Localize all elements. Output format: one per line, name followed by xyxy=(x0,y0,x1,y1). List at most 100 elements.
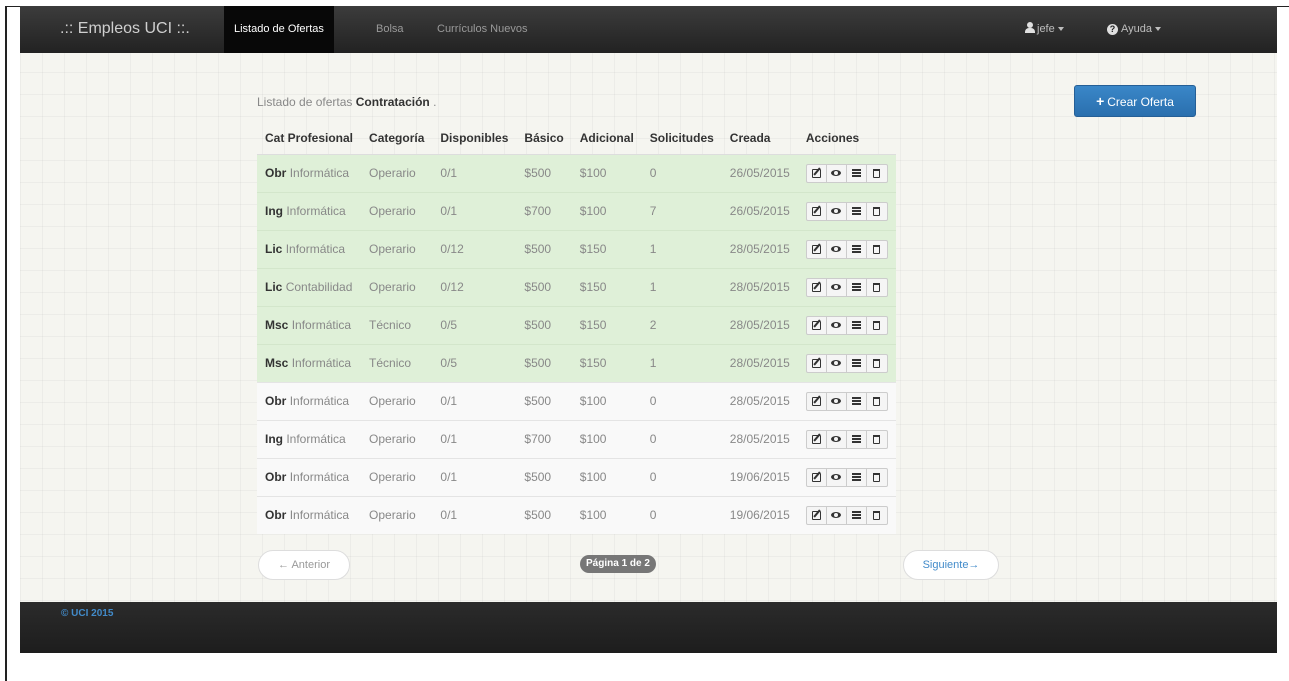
list-button[interactable] xyxy=(847,316,867,334)
actions-cell xyxy=(797,381,896,420)
view-button[interactable] xyxy=(827,354,847,372)
edit-icon xyxy=(811,168,821,178)
header-disponibles[interactable]: Disponibles xyxy=(432,122,517,155)
adicional-cell: $100 xyxy=(571,191,642,230)
delete-button[interactable] xyxy=(867,393,887,410)
delete-button[interactable] xyxy=(867,203,887,220)
eye-icon xyxy=(831,360,842,366)
tab-curriculos-nuevos[interactable]: Currículos Nuevos xyxy=(437,6,527,53)
header-solicitudes[interactable]: Solicitudes xyxy=(641,122,722,155)
adicional-cell: $100 xyxy=(571,153,642,192)
view-button[interactable] xyxy=(827,392,847,410)
edit-icon xyxy=(811,358,821,368)
edit-icon xyxy=(811,244,821,254)
solicitudes-cell: 1 xyxy=(641,267,722,306)
page-indicator-badge: Página 1 de 2 xyxy=(580,555,656,573)
list-button[interactable] xyxy=(847,164,867,182)
delete-button[interactable] xyxy=(867,469,887,486)
brand-logo[interactable]: .:: Empleos UCI ::. xyxy=(60,20,190,38)
view-button[interactable] xyxy=(827,506,847,524)
header-creada[interactable]: Creada xyxy=(721,122,798,155)
categoria-cell: Operario xyxy=(361,495,433,534)
view-button[interactable] xyxy=(827,316,847,334)
table-row: Obr Informática Operario 0/1 $500 $100 0 26/05… xyxy=(257,153,896,192)
list-button[interactable] xyxy=(847,392,867,410)
edit-button[interactable] xyxy=(807,164,827,182)
view-button[interactable] xyxy=(827,468,847,486)
table-row: Msc Informática Técnico 0/5 $500 $150 2 28/05/… xyxy=(257,305,896,344)
delete-button[interactable] xyxy=(867,317,887,334)
help-menu[interactable]: ? Ayuda xyxy=(1107,6,1161,53)
creada-cell: 28/05/2015 xyxy=(721,305,798,344)
view-button[interactable] xyxy=(827,202,847,220)
list-icon xyxy=(851,169,861,177)
disponibles-cell: 0/1 xyxy=(432,381,517,420)
adicional-cell: $100 xyxy=(571,495,642,534)
tab-bolsa[interactable]: Bolsa xyxy=(376,6,404,53)
edit-button[interactable] xyxy=(807,202,827,220)
cat-level: Msc xyxy=(265,356,289,370)
view-button[interactable] xyxy=(827,430,847,448)
edit-button[interactable] xyxy=(807,354,827,372)
list-icon xyxy=(851,283,861,291)
creada-cell: 28/05/2015 xyxy=(721,267,798,306)
table-row: Lic Contabilidad Operario 0/12 $500 $150 1 28/… xyxy=(257,267,896,306)
actions-cell xyxy=(797,305,896,344)
actions-cell xyxy=(797,419,896,458)
categoria-cell: Operario xyxy=(361,457,433,496)
row-actions-group xyxy=(805,429,888,449)
list-button[interactable] xyxy=(847,240,867,258)
screenshot-frame: .:: Empleos UCI ::. Listado de Ofertas B… xyxy=(0,0,1289,681)
list-button[interactable] xyxy=(847,278,867,296)
edit-button[interactable] xyxy=(807,468,827,486)
user-menu[interactable]: jefe xyxy=(1025,6,1064,53)
list-button[interactable] xyxy=(847,430,867,448)
list-icon xyxy=(851,245,861,253)
solicitudes-cell: 1 xyxy=(641,229,722,268)
delete-button[interactable] xyxy=(867,355,887,372)
next-page-button[interactable]: Siguiente→ xyxy=(903,550,999,580)
cat-level: Msc xyxy=(265,318,289,332)
header-categoria[interactable]: Categoría xyxy=(361,122,433,155)
header-acciones: Acciones xyxy=(797,122,896,155)
view-button[interactable] xyxy=(827,240,847,258)
edit-button[interactable] xyxy=(807,430,827,448)
edit-button[interactable] xyxy=(807,278,827,296)
list-button[interactable] xyxy=(847,202,867,220)
disponibles-cell: 0/1 xyxy=(432,153,517,192)
view-button[interactable] xyxy=(827,278,847,296)
app-window: .:: Empleos UCI ::. Listado de Ofertas B… xyxy=(20,6,1277,653)
create-offer-button[interactable]: + Crear Oferta xyxy=(1074,85,1196,117)
edit-button[interactable] xyxy=(807,506,827,524)
user-menu-label: jefe xyxy=(1037,23,1055,35)
tab-listado-de-ofertas[interactable]: Listado de Ofertas xyxy=(224,6,334,53)
disponibles-cell: 0/12 xyxy=(432,229,517,268)
view-button[interactable] xyxy=(827,164,847,182)
list-button[interactable] xyxy=(847,354,867,372)
edit-button[interactable] xyxy=(807,392,827,410)
delete-button[interactable] xyxy=(867,279,887,296)
delete-button[interactable] xyxy=(867,431,887,448)
row-actions-group xyxy=(805,201,888,221)
row-actions-group xyxy=(805,391,888,411)
list-button[interactable] xyxy=(847,506,867,524)
actions-cell xyxy=(797,191,896,230)
list-button[interactable] xyxy=(847,468,867,486)
delete-button[interactable] xyxy=(867,507,887,524)
cat-profesional-cell: Msc Informática xyxy=(257,343,362,382)
cat-area: Informática xyxy=(289,394,350,408)
help-menu-label: Ayuda xyxy=(1121,23,1152,35)
disponibles-cell: 0/1 xyxy=(432,495,517,534)
delete-button[interactable] xyxy=(867,165,887,182)
header-adicional[interactable]: Adicional xyxy=(571,122,642,155)
categoria-cell: Operario xyxy=(361,267,433,306)
previous-page-button[interactable]: ← Anterior xyxy=(258,550,350,580)
table-row: Ing Informática Operario 0/1 $700 $100 7 26/05… xyxy=(257,191,896,230)
cat-profesional-cell: Lic Contabilidad xyxy=(257,267,362,306)
row-actions-group xyxy=(805,467,888,487)
header-cat-profesional[interactable]: Cat Profesional xyxy=(257,122,362,155)
edit-button[interactable] xyxy=(807,240,827,258)
delete-button[interactable] xyxy=(867,241,887,258)
header-basico[interactable]: Básico xyxy=(516,122,572,155)
edit-button[interactable] xyxy=(807,316,827,334)
